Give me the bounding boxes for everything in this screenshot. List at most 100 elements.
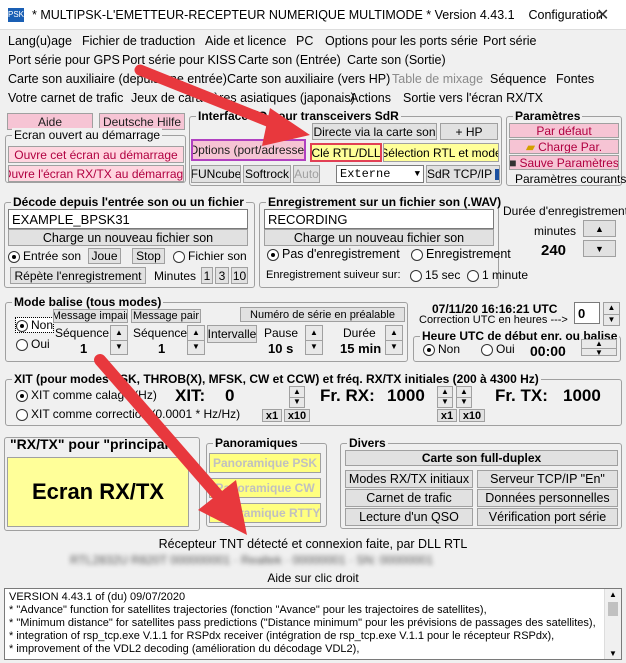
menu-asian-charset[interactable]: Jeux de caractères asiatiques (japonais) — [131, 91, 355, 105]
utc-non-radio[interactable]: Non — [423, 342, 460, 356]
menu-soundcard-in[interactable]: Carte son (Entrée) — [238, 53, 341, 67]
utc-correction-spinner[interactable]: ▲ ▼ — [603, 302, 620, 326]
sequence2-value: 1 — [158, 341, 166, 356]
direct-soundcard-button[interactable]: Directe via la carte son — [312, 123, 437, 140]
duration2-spinner[interactable]: ▲ ▼ — [385, 325, 403, 355]
stop-button[interactable]: Stop — [132, 248, 165, 264]
menu-fonts[interactable]: Fontes — [556, 72, 594, 86]
full-duplex-button[interactable]: Carte son full-duplex — [345, 450, 618, 466]
floppy-icon: ■ — [509, 155, 517, 170]
version-log[interactable]: VERSION 4.43.1 of (du) 09/07/2020 * "Adv… — [4, 588, 622, 660]
initial-modes-button[interactable]: Modes RX/TX initiaux — [345, 470, 473, 488]
menu-aux-in[interactable]: Carte son auxiliaire (depuis une entrée) — [8, 72, 227, 86]
read-qso-button[interactable]: Lecture d'un QSO — [345, 508, 473, 526]
load-params-button[interactable]: ▰ Charge Par. — [509, 139, 619, 154]
repeat-recording-button[interactable]: Répète l'enregistrement — [10, 267, 146, 284]
status-square-icon — [495, 168, 499, 180]
radio-icon — [267, 248, 279, 261]
minutes-10-button[interactable]: 10 — [231, 267, 248, 284]
log-scrollbar[interactable]: ▲ ▼ — [604, 589, 621, 659]
scroll-down-icon[interactable]: ▼ — [609, 649, 617, 658]
auto-button[interactable]: Auto — [293, 165, 320, 183]
personal-data-button[interactable]: Données personnelles — [477, 489, 618, 507]
utc-oui-radio[interactable]: Oui — [481, 342, 515, 356]
options-port-address-button[interactable]: Options (port/adresse) — [191, 139, 306, 161]
interval-button[interactable]: Intervalle — [207, 325, 257, 343]
menu-help-license[interactable]: Aide et licence — [205, 34, 286, 48]
ecran-rxtx-button[interactable]: Ecran RX/TX — [7, 457, 189, 527]
sequence2-spinner[interactable]: ▲ ▼ — [187, 325, 205, 355]
xit-calage-radio[interactable]: XIT comme calage (Hz) — [16, 388, 157, 402]
menu-aux-out[interactable]: Carte son auxiliaire (vers HP) — [227, 72, 390, 86]
menu-rxtx-output[interactable]: Sortie vers l'écran RX/TX — [403, 91, 543, 105]
utc-correction-input[interactable]: 0 — [574, 302, 600, 324]
menu-language[interactable]: Lang(u)age — [8, 34, 72, 48]
rtl-key-button[interactable]: Clé RTL/DLL — [310, 143, 382, 162]
menu-serial-port-options[interactable]: Options pour les ports série — [325, 34, 478, 48]
menu-sequence[interactable]: Séquence — [490, 72, 546, 86]
recording-radio[interactable]: Enregistrement — [411, 247, 511, 261]
menu-mixer: Table de mixage — [392, 72, 484, 86]
rx-x1-button[interactable]: x1 — [437, 409, 457, 422]
tcpip-server-button[interactable]: Serveur TCP/IP "En" — [477, 470, 618, 488]
scroll-thumb[interactable] — [608, 602, 618, 616]
utc-start-spinner[interactable]: ▲ ▼ — [581, 339, 617, 357]
serial-port-check-button[interactable]: Vérification port série — [477, 508, 618, 526]
decode-load-file-button[interactable]: Charge un nouveau fichier son — [8, 229, 248, 246]
minutes-3-button[interactable]: 3 — [215, 267, 229, 284]
open-rxtx-screen-button[interactable]: Ouvre l'écran RX/TX au démarrage — [8, 165, 184, 182]
recording-load-file-button[interactable]: Charge un nouveau fichier son — [264, 229, 494, 246]
play-button[interactable]: Joue — [88, 248, 121, 264]
open-this-screen-button[interactable]: Ouvre cet écran au démarrage — [8, 146, 184, 163]
radio-icon — [16, 338, 28, 351]
utc-start-time: 00:00 — [530, 343, 566, 359]
close-icon[interactable]: ✕ — [596, 5, 609, 25]
menu-translation-file[interactable]: Fichier de traduction — [82, 34, 195, 48]
menu-pc[interactable]: PC — [296, 34, 313, 48]
pano-cw-button[interactable]: Panoramique CW — [209, 478, 321, 498]
menu-serial-port[interactable]: Port série — [483, 34, 537, 48]
menu-logbook[interactable]: Votre carnet de trafic — [8, 91, 123, 105]
15sec-radio[interactable]: 15 sec — [410, 268, 460, 282]
no-recording-radio[interactable]: Pas d'enregistrement — [267, 247, 400, 261]
default-params-button[interactable]: Par défaut — [509, 123, 619, 138]
minutes-1-button[interactable]: 1 — [201, 267, 213, 284]
menu-actions[interactable]: Actions — [350, 91, 391, 105]
menu-soundcard-out[interactable]: Carte son (Sortie) — [347, 53, 446, 67]
logbook-button[interactable]: Carnet de trafic — [345, 489, 473, 507]
even-message-button[interactable]: Message pair — [131, 309, 201, 323]
xit-x10-button[interactable]: x10 — [284, 409, 310, 422]
sequence1-spinner[interactable]: ▲ ▼ — [110, 325, 128, 355]
xit-correction-radio[interactable]: XIT comme correction (0.0001 * Hz/Hz) — [16, 407, 240, 421]
xit-spinner[interactable]: ▲ ▼ — [289, 386, 305, 408]
beacon-non-radio[interactable]: Non — [14, 317, 55, 333]
pause-spinner[interactable]: ▲ ▼ — [305, 325, 323, 355]
save-params-button[interactable]: ■ Sauve Paramètres — [509, 155, 619, 170]
duration-down-arrow[interactable]: ▼ — [583, 240, 616, 257]
softrock-button[interactable]: Softrock — [243, 165, 291, 183]
fr-rx-spinner-2[interactable]: ▲ ▼ — [456, 386, 472, 408]
odd-message-button[interactable]: Message impair — [53, 309, 128, 323]
scroll-up-icon[interactable]: ▲ — [609, 590, 617, 599]
1min-radio[interactable]: 1 minute — [467, 268, 528, 282]
rx-x10-button[interactable]: x10 — [459, 409, 485, 422]
beacon-oui-radio[interactable]: Oui — [16, 337, 50, 351]
sdr-tcpip-button[interactable]: SdR TCP/IP — [426, 165, 500, 183]
entree-son-radio[interactable]: Entrée son — [8, 249, 81, 263]
funcube-button[interactable]: FUNcube — [191, 165, 241, 183]
fichier-son-radio[interactable]: Fichier son — [173, 249, 247, 263]
decode-file-input[interactable]: EXAMPLE_BPSK31 — [8, 209, 248, 229]
fr-rx-spinner[interactable]: ▲ ▼ — [437, 386, 453, 408]
plus-hp-button[interactable]: + HP — [440, 123, 498, 140]
menu-gps-port[interactable]: Port série pour GPS — [8, 53, 120, 67]
recording-file-input[interactable]: RECORDING — [264, 209, 494, 229]
rtl-selection-button[interactable]: Sélection RTL et mode — [383, 143, 499, 162]
config-tab[interactable]: Configuration — [528, 8, 602, 22]
menu-kiss-port[interactable]: Port série pour KISS — [122, 53, 236, 67]
pano-psk-button[interactable]: Panoramique PSK — [209, 453, 321, 473]
pano-rtty-button[interactable]: Panoramique RTTY — [209, 503, 321, 523]
xit-x1-button[interactable]: x1 — [262, 409, 282, 422]
duration-up-arrow[interactable]: ▲ — [583, 220, 616, 237]
device-select[interactable]: Externe ▼ — [336, 165, 424, 183]
serial-number-button[interactable]: Numéro de série en préalable — [240, 307, 405, 322]
